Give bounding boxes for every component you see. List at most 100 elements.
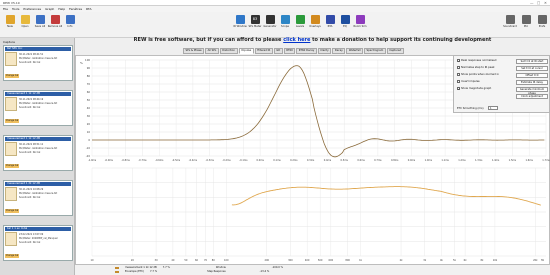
tab-all-spl[interactable]: All SPL	[205, 48, 219, 54]
set-t-0-at-ir-start-button[interactable]: Set t=0 at IR start	[516, 59, 548, 64]
tab-captured[interactable]: Captured	[386, 48, 404, 54]
option-checkbox[interactable]: Normalise step to IR peak	[457, 66, 494, 69]
generator-button[interactable]: Generator	[262, 15, 278, 35]
donation-banner: REW is free software, but if you can aff…	[75, 38, 550, 48]
banner-text-before: REW is free software, but if you can aff…	[133, 37, 282, 43]
impulse-y-tick: 70	[87, 82, 91, 86]
change-cal-button[interactable]: Change Cal	[5, 119, 19, 123]
mic-icon	[521, 15, 531, 24]
impulse-options-panel: ETC Smoothing (ms) 1 ✓ Peak responses nor…	[453, 55, 550, 113]
measurement-name[interactable]: bal 1 1 en mdal	[5, 227, 71, 231]
impulse-x-tick: -0.8ms	[122, 159, 131, 162]
measurement-name[interactable]: measurement 1 1k 12 dB	[5, 137, 71, 141]
measurement-card[interactable]: bal 1 1 en mdal 23.02.2021 13:07:09 Mic/Me…	[3, 225, 73, 261]
option-checkbox[interactable]: Invert impulse	[457, 80, 480, 83]
tab-distortion[interactable]: Distortion	[219, 48, 238, 54]
tab-waterfall[interactable]: Waterfall	[346, 48, 363, 54]
tab-rt60-decay[interactable]: RT60 Decay	[296, 48, 317, 54]
impulse-x-tick: 1.2ms	[458, 159, 466, 162]
eq-icon	[340, 15, 350, 24]
toolbar: New Open Save All Remove All Info IR Window 83…	[0, 12, 550, 38]
spl-meter-button[interactable]: 83 SPL Meter	[247, 15, 263, 35]
save-all-button[interactable]: Save All	[32, 15, 48, 35]
magnitude-x-tick: 50	[184, 259, 188, 262]
measurement-card[interactable]: measurement 1 1k 12 dB 30.11.2021 08:51:1…	[3, 135, 73, 171]
open-icon	[20, 15, 30, 24]
measurement-card[interactable]: measurement 1 2k 12 dB 30.11.2021 10:08:2…	[3, 180, 73, 216]
impulse-y-tick: 0	[88, 138, 90, 142]
option-checkbox[interactable]: ✓ Show magnitude graph	[457, 87, 491, 91]
unchecked-icon[interactable]	[457, 73, 460, 76]
measurement-name[interactable]: Ref SPK mic	[5, 47, 71, 51]
etc-smoothing-label: ETC Smoothing (ms)	[457, 107, 484, 110]
tab-spectrogram[interactable]: Spectrogram	[363, 48, 386, 54]
remove-all-button[interactable]: Remove All	[47, 15, 63, 35]
capture-label[interactable]: Capture	[3, 40, 15, 44]
rta-button[interactable]: RTA	[322, 15, 338, 35]
spl-icon: 83	[250, 15, 260, 24]
donate-link[interactable]: click here	[283, 37, 310, 43]
measurement-detail: Mic/Meter: 2020MDf_cal_Manquer	[19, 237, 58, 240]
overlays-icon	[310, 15, 320, 24]
impulse-y-tick: 10	[87, 130, 91, 134]
magnitude-x-tick: 30	[155, 259, 159, 262]
measurement-name[interactable]: measurement 1 2k 12 dB	[5, 182, 71, 186]
magnitude-x-tick: 100	[224, 259, 229, 262]
clock-adjustment-button[interactable]: Clock adjustment	[516, 94, 548, 99]
change-cal-button[interactable]: Change Cal	[5, 74, 19, 78]
impulse-x-tick: 1.6ms	[525, 159, 533, 162]
legend-swatch	[115, 267, 119, 269]
change-cal-button[interactable]: Change Cal	[5, 164, 19, 168]
measurement-detail: 30.11.2021 08:44:19	[19, 98, 44, 101]
room-sim-button[interactable]: Room Sim	[352, 15, 368, 35]
impulse-x-tick: 0.6ms	[357, 159, 365, 162]
generate-minimum-phase-button[interactable]: Generate minimum phase	[516, 87, 548, 95]
toolbar-label: Overlays	[309, 25, 321, 28]
overlays-button[interactable]: Overlays	[307, 15, 323, 35]
prefs-button[interactable]: Prefs	[534, 15, 550, 35]
magnitude-x-tick: 800	[345, 259, 350, 262]
impulse-y-tick: -10	[86, 146, 91, 150]
levels-button[interactable]: Levels	[292, 15, 308, 35]
tab-decay[interactable]: Decay	[332, 48, 346, 54]
offset-t-0-button[interactable]: Offset t=0	[516, 73, 548, 78]
tab-impulse[interactable]: Impulse	[238, 48, 254, 54]
impulse-x-tick: 1.0ms	[425, 159, 433, 162]
checked-icon[interactable]: ✓	[457, 59, 460, 63]
impulse-x-tick: -0.2ms	[222, 159, 231, 162]
unchecked-icon[interactable]	[457, 66, 460, 69]
info-button[interactable]: Info	[62, 15, 78, 35]
scope-button[interactable]: Scope	[277, 15, 293, 35]
option-label: Show points when zoomed in	[461, 73, 499, 76]
measurement-card[interactable]: measurement 1 1k 12 dB 30.11.2021 08:44:1…	[3, 90, 73, 126]
tab-gd[interactable]: GD	[273, 48, 283, 54]
tab-rt60[interactable]: RT60	[283, 48, 296, 54]
impulse-x-tick: 0.2ms	[290, 159, 298, 162]
magnitude-x-tick: 4k	[440, 259, 444, 262]
tab-spl-phase[interactable]: SPL & Phase	[183, 48, 205, 54]
change-cal-button[interactable]: Change Cal	[5, 209, 19, 213]
measurement-card[interactable]: Ref SPK mic 30.11.2021 08:41:51 Mic/Meter:…	[3, 45, 73, 81]
toolbar-label: Prefs	[538, 25, 546, 28]
set-t-0-at-cursor-button[interactable]: Set t=0 at cursor	[516, 66, 548, 71]
change-cal-button[interactable]: Change Cal	[5, 254, 19, 258]
magnitude-x-tick: 3k	[423, 259, 427, 262]
new-button[interactable]: New	[2, 15, 18, 35]
legend-step: Step Response	[207, 270, 226, 273]
mic-button[interactable]: Mic	[518, 15, 534, 35]
checked-icon[interactable]: ✓	[457, 87, 460, 91]
etc-smoothing-input[interactable]: 1	[488, 106, 498, 110]
save-icon	[35, 15, 45, 24]
open-button[interactable]: Open	[17, 15, 33, 35]
unchecked-icon[interactable]	[457, 80, 460, 83]
estimate-ir-delay-button[interactable]: Estimate IR delay	[516, 80, 548, 85]
tab-filtered-ir[interactable]: Filtered IR	[254, 48, 273, 54]
tab-clarity[interactable]: Clarity	[317, 48, 332, 54]
measurement-name[interactable]: measurement 1 1k 12 dB	[5, 92, 71, 96]
soundcard-button[interactable]: Soundcard	[502, 15, 518, 35]
option-checkbox[interactable]: ✓ Peak responses normalised	[457, 59, 496, 63]
ir-window-button[interactable]: IR Window	[232, 15, 248, 35]
option-checkbox[interactable]: Show points when zoomed in	[457, 73, 499, 76]
eq-button[interactable]: EQ	[337, 15, 353, 35]
graph-legend: measurement 1 1k 12 dB 7.7 % Window -100…	[75, 265, 550, 275]
